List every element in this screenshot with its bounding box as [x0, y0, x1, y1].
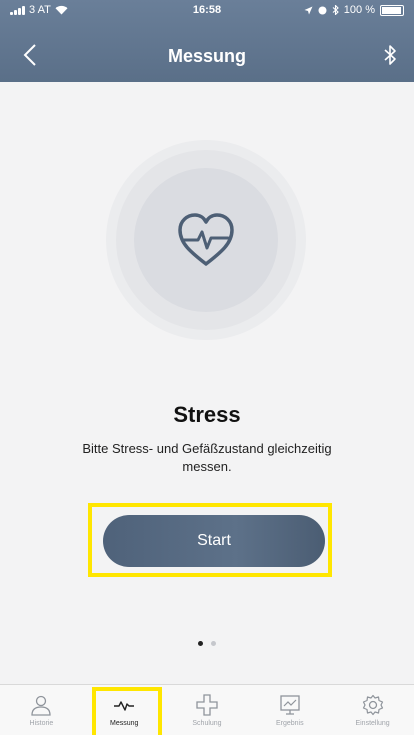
page-dot-2[interactable]	[211, 641, 216, 646]
start-button[interactable]: Start	[103, 515, 325, 567]
tab-label: Einstellung	[355, 720, 390, 727]
person-icon	[31, 695, 52, 716]
tab-historie[interactable]: Historie	[0, 685, 83, 735]
tab-einstellung[interactable]: Einstellung	[331, 685, 414, 735]
tab-label: Historie	[29, 720, 54, 727]
page-title: Messung	[167, 46, 246, 66]
bluetooth-icon	[384, 45, 396, 65]
measurement-description: Bitte Stress- und Gefäßzustand gleichzei…	[82, 441, 332, 474]
tab-ergebnis[interactable]: Ergebnis	[248, 685, 331, 735]
monitor-icon	[280, 695, 300, 715]
page-indicator	[0, 641, 414, 646]
tab-highlight	[92, 687, 162, 735]
heart-pulse-icon	[178, 213, 234, 266]
app-screen: 3 AT 16:58 100 % Messung Stress Bitte St…	[0, 0, 414, 735]
measurement-title: Stress	[173, 402, 241, 427]
location-icon	[304, 6, 313, 14]
measurement-circle	[116, 150, 296, 330]
bluetooth-button[interactable]	[378, 42, 402, 68]
battery-icon	[380, 4, 404, 16]
page-dot-1[interactable]	[198, 641, 203, 646]
battery-percent: 100 %	[343, 4, 375, 16]
measurement-circle-inner	[134, 168, 278, 312]
nav-bar: Messung	[0, 30, 414, 82]
tab-bar: Historie Messung Schulung Ergebnis Einst…	[0, 684, 414, 735]
bluetooth-small-icon	[332, 5, 339, 15]
status-bar: 3 AT 16:58 100 %	[0, 0, 414, 22]
tab-label: Ergebnis	[275, 720, 304, 727]
alarm-icon	[318, 6, 327, 14]
tab-schulung[interactable]: Schulung	[166, 685, 249, 735]
gear-icon	[362, 694, 383, 716]
cross-icon	[196, 694, 218, 716]
tab-label: Schulung	[192, 720, 222, 727]
status-right: 100 %	[304, 4, 404, 16]
header: 3 AT 16:58 100 % Messung	[0, 0, 414, 82]
